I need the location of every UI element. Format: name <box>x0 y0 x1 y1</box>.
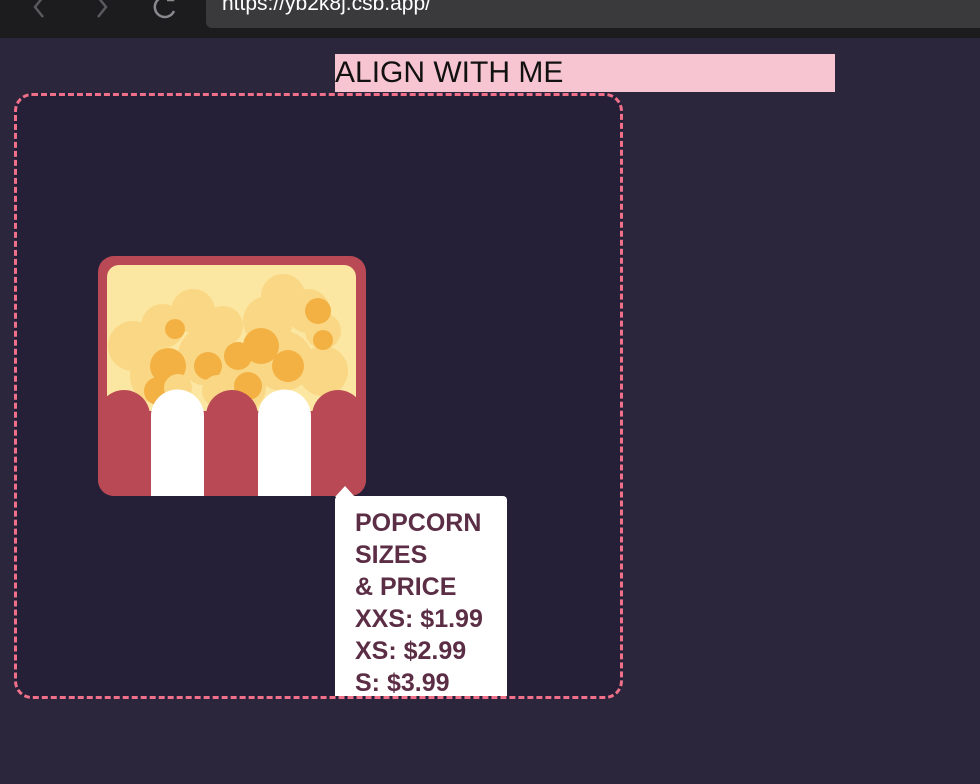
tooltip-line: & PRICE <box>355 573 457 601</box>
tooltip-line: SIZES <box>355 541 428 569</box>
url-text: https://yb2k8j.csb.app/ <box>222 0 431 15</box>
reload-button[interactable] <box>150 0 180 22</box>
browser-toolbar: https://yb2k8j.csb.app/ <box>0 0 980 38</box>
reload-icon <box>153 0 176 19</box>
popcorn-tooltip: POPCORN SIZES & PRICE XXS: $1.99 XS: $2.… <box>335 496 507 696</box>
forward-button[interactable] <box>87 0 117 22</box>
forward-arrow-icon <box>97 0 108 18</box>
tooltip-line: XXS: $1.99 <box>355 605 483 633</box>
tooltip-line: S: $3.99 <box>355 669 450 696</box>
address-bar[interactable]: https://yb2k8j.csb.app/ <box>206 0 980 28</box>
align-with-me-label: ALIGN WITH ME <box>335 54 835 92</box>
back-button[interactable] <box>24 0 54 22</box>
tooltip-line: POPCORN <box>355 509 482 537</box>
popcorn-icon[interactable] <box>98 256 366 496</box>
back-arrow-icon <box>33 0 44 18</box>
tooltip-line: XS: $2.99 <box>355 637 467 665</box>
